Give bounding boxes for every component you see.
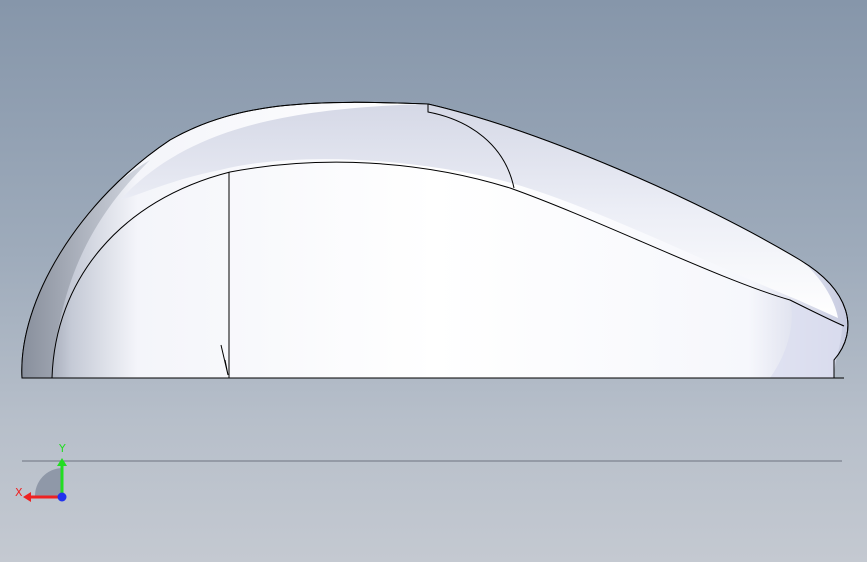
z-axis-dot-icon — [57, 492, 67, 502]
triad-quadrant-icon — [34, 468, 62, 497]
x-axis-arrowhead-icon — [23, 492, 31, 502]
y-axis-arrowhead-icon — [57, 458, 67, 466]
y-axis-label: Y — [59, 442, 66, 455]
model-view[interactable] — [0, 0, 867, 562]
graphics-viewport[interactable]: Y X — [0, 0, 867, 562]
coordinate-triad: Y X — [12, 440, 82, 510]
x-axis-label: X — [15, 486, 23, 499]
